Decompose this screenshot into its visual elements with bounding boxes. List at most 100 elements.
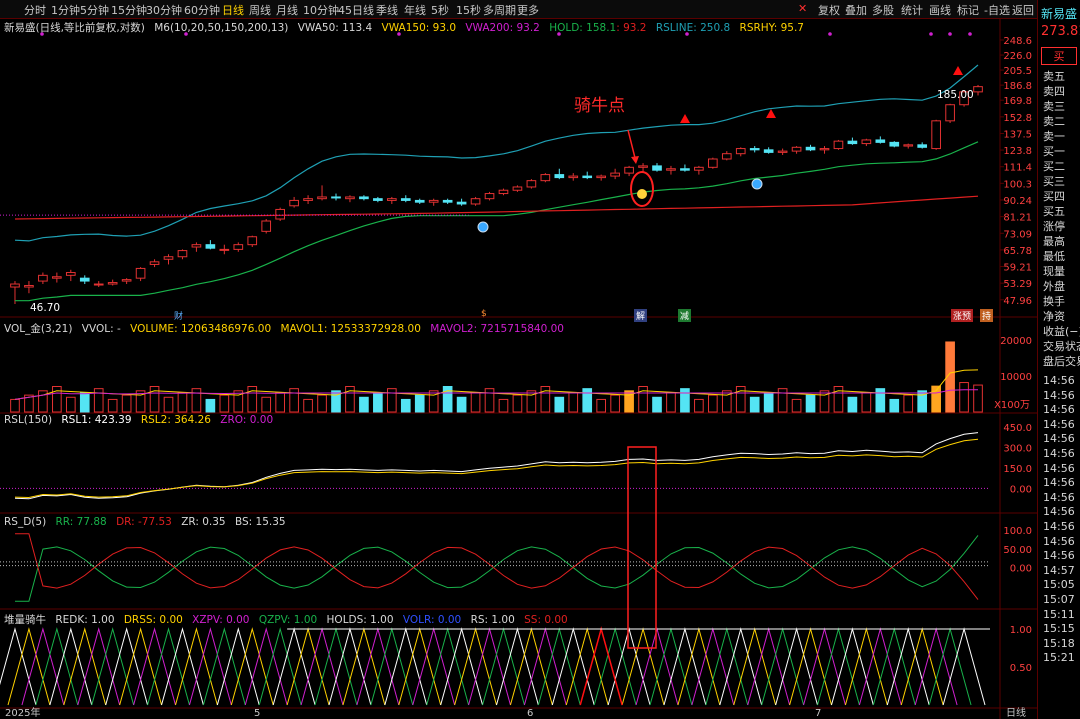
- tool-5[interactable]: 标记: [957, 2, 979, 18]
- period-tab-9[interactable]: 10分钟: [303, 2, 339, 18]
- signal-peak-4: [49, 627, 93, 706]
- candle-body-46: [652, 165, 662, 171]
- candle-body-22: [317, 196, 327, 200]
- period-toolbar: 分时 1分钟 5分钟 15分钟 30分钟 60分钟 日线 周线 月线 10分钟 45日线 季线 年线 5秒…: [0, 0, 1080, 19]
- signal-peak-20: [272, 627, 316, 706]
- candle-body-26: [373, 198, 383, 201]
- period-tab-14[interactable]: 15秒: [456, 2, 481, 18]
- candle-body-0: [10, 283, 20, 288]
- ss-label: SS: 0.00: [524, 614, 568, 626]
- signal-dot-1: [751, 178, 763, 190]
- signal-peak-63: [872, 627, 916, 706]
- period-tab-2[interactable]: 5分钟: [80, 2, 109, 18]
- candle-body-48: [680, 168, 690, 171]
- rsl-title: RSL(150): [4, 414, 53, 426]
- volume-bar-35: [498, 398, 509, 413]
- dr-series: [15, 533, 979, 600]
- price-tick-11: 81.21: [1003, 213, 1032, 224]
- event-marker-chi[interactable]: 持: [980, 309, 994, 322]
- dl-tick-0: 1.00: [1010, 625, 1032, 636]
- signal-peak-41: [565, 627, 609, 706]
- vol-tick-0: 20000: [1000, 336, 1032, 347]
- stock-title: 新易盛(日线,等比前复权,对数): [4, 22, 145, 34]
- candle-body-37: [526, 180, 537, 188]
- qiniu-bull-icon: [637, 189, 647, 199]
- signal-peak-35: [482, 627, 525, 706]
- signal-peak-43: [593, 627, 637, 706]
- event-marker-jian[interactable]: 减: [678, 309, 692, 322]
- period-tab-3[interactable]: 15分钟: [111, 2, 147, 18]
- vvol-label: VVOL: -: [81, 323, 121, 335]
- signal-peak-65: [900, 627, 944, 706]
- period-tab-1[interactable]: 1分钟: [51, 2, 80, 18]
- volume-bar-13: [191, 388, 202, 413]
- x-label-1: 5: [254, 708, 260, 719]
- holds-label: HOLDS: 1.00: [326, 614, 394, 626]
- volume-bar-40: [568, 392, 579, 413]
- quote-field-18: 交易状态: [1043, 340, 1080, 353]
- tool-6[interactable]: -自选: [984, 2, 1010, 18]
- candle-body-54: [763, 149, 774, 153]
- volume-bar-14: [205, 398, 216, 413]
- event-marker-jie[interactable]: 解: [634, 309, 648, 322]
- price-tick-0: 248.6: [1003, 36, 1032, 47]
- candle-body-10: [149, 261, 160, 265]
- event-marker-dollar[interactable]: $: [479, 309, 489, 319]
- period-tab-11[interactable]: 季线: [376, 2, 398, 18]
- period-tab-16[interactable]: 更多: [517, 2, 539, 18]
- period-tab-7[interactable]: 周线: [249, 2, 271, 18]
- main-legend: 新易盛(日线,等比前复权,对数) M6(10,20,50,150,200,13)…: [4, 20, 810, 35]
- zr-label: ZR: 0.35: [181, 516, 226, 528]
- top-dot-5: [828, 32, 832, 36]
- sell-triangle-0: [680, 114, 690, 123]
- period-tab-13[interactable]: 5秒: [431, 2, 449, 18]
- trade-time-10: 14:56: [1043, 520, 1075, 533]
- period-tab-6[interactable]: 日线: [222, 2, 244, 18]
- close-icon[interactable]: ✕: [798, 2, 807, 15]
- trade-time-14: 15:05: [1043, 578, 1075, 592]
- tool-2[interactable]: 多股: [872, 2, 894, 18]
- quote-field-13: 现量: [1043, 265, 1065, 278]
- tool-0[interactable]: 复权: [818, 2, 840, 18]
- rsd-tick-0: 100.0: [1003, 526, 1032, 537]
- volume-bar-46: [652, 396, 662, 413]
- candle-body-55: [777, 150, 788, 153]
- price-tick-4: 169.8: [1003, 96, 1032, 107]
- event-marker-zhangyu[interactable]: 涨预: [951, 309, 974, 322]
- candle-body-52: [735, 148, 746, 155]
- volume-bar-64: [903, 394, 914, 413]
- candle-body-27: [386, 198, 397, 201]
- tool-4[interactable]: 画线: [929, 2, 951, 18]
- buy-button[interactable]: 买: [1041, 47, 1077, 65]
- candle-body-53: [749, 148, 760, 151]
- quote-field-16: 净资: [1043, 310, 1065, 323]
- period-tab-4[interactable]: 30分钟: [146, 2, 182, 18]
- period-tab-12[interactable]: 年线: [404, 2, 426, 18]
- dl-legend: 堆量骑牛 REDK: 1.00 DRSS: 0.00 XZPV: 0.00 QZ…: [4, 612, 574, 627]
- price-tick-9: 100.3: [1003, 179, 1032, 190]
- signal-peak-49: [677, 627, 721, 706]
- period-tab-5[interactable]: 60分钟: [184, 2, 220, 18]
- period-tab-15[interactable]: 多周期: [483, 2, 516, 18]
- rsl-tick-1: 300.0: [1003, 444, 1032, 455]
- period-tab-8[interactable]: 月线: [276, 2, 298, 18]
- tool-1[interactable]: 叠加: [845, 2, 867, 18]
- qzpv-label: QZPV: 1.00: [258, 614, 318, 626]
- event-marker-cai[interactable]: 财: [172, 309, 185, 322]
- stock-name[interactable]: 新易盛: [1041, 5, 1077, 22]
- candle-body-45: [638, 165, 648, 168]
- volume-bar-55: [777, 388, 788, 413]
- candle-body-40: [568, 175, 579, 179]
- period-tab-10[interactable]: 45日线: [338, 2, 374, 18]
- tool-7[interactable]: 返回: [1012, 2, 1034, 18]
- volume-bar-32: [456, 396, 467, 413]
- quote-field-15: 换手: [1043, 295, 1065, 308]
- signal-peak-57: [789, 627, 832, 706]
- price-tick-6: 137.5: [1003, 130, 1032, 141]
- vwa200-label: VWA200: 93.2: [465, 22, 540, 34]
- tool-3[interactable]: 统计: [901, 2, 923, 18]
- volume-bar-60: [847, 396, 858, 413]
- top-dot-7: [948, 32, 952, 36]
- period-tab-0[interactable]: 分时: [24, 2, 46, 18]
- trade-time-16: 15:11: [1043, 607, 1075, 621]
